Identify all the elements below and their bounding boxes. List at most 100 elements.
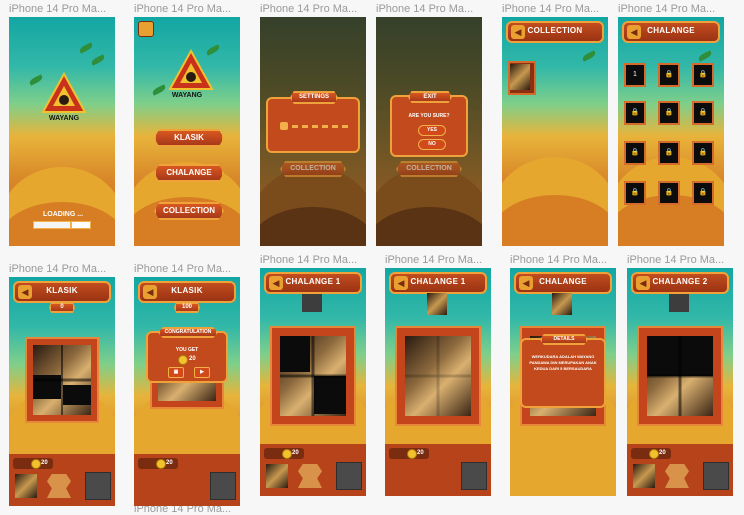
screen-title: KLASIK [171, 286, 203, 295]
collection-button[interactable]: COLLECTION [280, 161, 346, 177]
volume-slider[interactable] [292, 125, 348, 128]
piece-thumbnail[interactable] [15, 474, 37, 498]
klasik-button[interactable]: KLASIK [154, 129, 224, 147]
collection-button[interactable]: COLLECTION [396, 161, 462, 177]
reward-amount: 20 [189, 356, 196, 362]
menu-toggle-icon[interactable] [138, 21, 154, 37]
yes-button[interactable]: YES [418, 125, 446, 136]
header: ◀ KLASIK [13, 281, 111, 303]
collection-icon[interactable]: ▣ [168, 367, 184, 378]
coin-count: 20 [41, 460, 48, 466]
puzzle-board [395, 326, 481, 426]
coin-count: 20 [292, 450, 299, 456]
settings-title: SETTINGS [290, 91, 338, 104]
brand-title: WAYANG [171, 92, 203, 99]
piece-thumbnail[interactable] [266, 464, 288, 488]
level-locked[interactable]: 🔒 [692, 63, 714, 87]
frame-label: iPhone 14 Pro Ma... [134, 3, 232, 15]
level-locked[interactable]: 🔒 [692, 141, 714, 165]
loading-bar [33, 221, 91, 229]
details-dialog: DETAILS WERKUDARA ADALAH WAYANG PANDAWA … [520, 334, 606, 408]
coin-icon [407, 449, 417, 459]
coin-icon [649, 449, 659, 459]
level-locked[interactable]: 🔒 [658, 141, 680, 165]
coin-count: 20 [417, 450, 424, 456]
loading-screen: WAYANG LOADING ... [9, 17, 115, 246]
level-1-button[interactable]: 1 [624, 63, 646, 87]
coin-icon [282, 449, 292, 459]
empty-slot[interactable] [85, 472, 111, 500]
header: ◀ CHALANGE 2 [631, 272, 729, 294]
collection-card[interactable] [508, 61, 536, 95]
congrats-title: CONGRATULATION [158, 327, 218, 338]
empty-slot[interactable] [336, 462, 362, 490]
collection-screen: ◀ COLLECTION [502, 17, 608, 246]
score-display: 0 [49, 302, 75, 313]
brand-title: WAYANG [48, 115, 80, 122]
exit-dialog: EXIT ARE YOU SURE? YES NO [390, 91, 468, 157]
level-locked[interactable]: 🔒 [624, 181, 646, 205]
frame-label: iPhone 14 Pro Ma... [385, 254, 483, 266]
level-locked[interactable]: 🔒 [658, 181, 680, 205]
klasik-screen: ◀ KLASIK 0 20 [9, 277, 115, 506]
frame-label: iPhone 14 Pro Ma... [376, 3, 474, 15]
header: ◀ COLLECTION [506, 21, 604, 43]
piece-thumbnail[interactable] [633, 464, 655, 488]
screen-title: CHALANGE [647, 26, 695, 35]
loading-text: LOADING ... [43, 211, 84, 218]
exit-screen: EXIT ARE YOU SURE? YES NO COLLECTION [376, 17, 482, 246]
coin-count: 20 [659, 450, 666, 456]
level-locked[interactable]: 🔒 [692, 101, 714, 125]
puzzle-board [637, 326, 723, 426]
volume-icon [280, 122, 288, 130]
level-locked[interactable]: 🔒 [624, 141, 646, 165]
puzzle-piece[interactable] [47, 474, 71, 498]
puzzle-board [270, 326, 356, 426]
puzzle-piece[interactable] [298, 464, 322, 488]
bottom-tray: 20 [134, 454, 240, 506]
level-locked[interactable]: 🔒 [658, 101, 680, 125]
header: ◀ CHALANGE [514, 272, 612, 294]
chalange2-screen: ◀ CHALANGE 2 20 [627, 268, 733, 496]
level-locked[interactable]: 🔒 [692, 181, 714, 205]
frame-label: iPhone 14 Pro Ma... [502, 3, 600, 15]
empty-slot[interactable] [703, 462, 729, 490]
settings-screen: SETTINGS COLLECTION [260, 17, 366, 246]
target-preview [669, 294, 689, 312]
score-display: 100 [174, 302, 200, 313]
screen-title: COLLECTION [527, 26, 583, 35]
level-locked[interactable]: 🔒 [624, 101, 646, 125]
frame-label: iPhone 14 Pro Ma... [134, 263, 232, 275]
frame-label: iPhone 14 Pro Ma... [260, 3, 358, 15]
puzzle-image[interactable] [647, 336, 713, 416]
target-preview [302, 294, 322, 312]
frame-label: iPhone 14 Pro Ma... [618, 3, 716, 15]
level-locked[interactable]: 🔒 [658, 63, 680, 87]
puzzle-piece[interactable] [665, 464, 689, 488]
chalange-button[interactable]: CHALANGE [154, 164, 224, 182]
bottom-tray: 20 [260, 444, 366, 496]
you-get-text: YOU GET [175, 347, 199, 353]
chalange-levels-screen: ◀ CHALANGE 1 🔒 🔒 🔒 🔒 🔒 🔒 🔒 🔒 🔒 🔒 🔒 [618, 17, 724, 246]
chalange1-screen: ◀ CHALANGE 1 20 [260, 268, 366, 496]
exit-question: ARE YOU SURE? [408, 113, 450, 119]
puzzle-image[interactable] [280, 336, 346, 416]
empty-slot[interactable] [210, 472, 236, 500]
frame-label: iPhone 14 Pro Ma... [9, 263, 107, 275]
puzzle-image[interactable] [33, 345, 91, 415]
congratulation-dialog: CONGRATULATION YOU GET 20 ▣ ▶ [146, 327, 228, 383]
details-body: WERKUDARA ADALAH WAYANG PANDAWA DIN MERU… [529, 354, 597, 371]
main-menu-screen: WAYANG KLASIK CHALANGE COLLECTION [134, 17, 240, 246]
screen-title: CHALANGE 1 [285, 277, 341, 286]
bottom-tray: 20 [385, 444, 491, 496]
collection-button[interactable]: COLLECTION [154, 202, 224, 220]
wayang-thumbnail [510, 64, 530, 90]
puzzle-board [25, 337, 99, 423]
bottom-tray: 20 [9, 454, 115, 506]
no-button[interactable]: NO [418, 139, 446, 150]
screen-title: KLASIK [46, 286, 78, 295]
klasik-congrats-screen: ◀ KLASIK 100 CONGRATULATION YOU GET 20 ▣… [134, 277, 240, 506]
empty-slot[interactable] [461, 462, 487, 490]
header: ◀ CHALANGE 1 [264, 272, 362, 294]
next-icon[interactable]: ▶ [194, 367, 210, 378]
